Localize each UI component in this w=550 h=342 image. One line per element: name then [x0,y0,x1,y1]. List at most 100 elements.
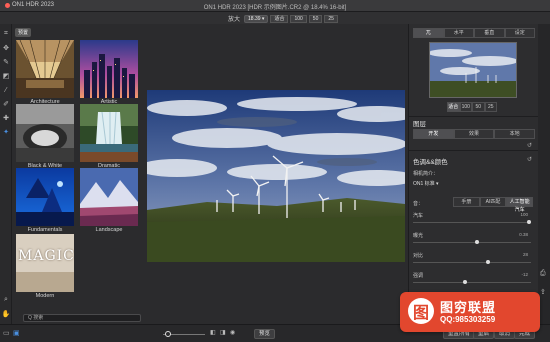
tone-color-title: 色调&&颜色 [413,159,448,166]
preset-search-input[interactable]: Q 搜索 [23,314,141,322]
camera-profile-label: 相机简介： [413,171,439,177]
slider-knob[interactable] [475,240,479,244]
right-icon-strip: ⎙ ⇪ [538,24,550,324]
zoom-select[interactable]: 18.39 ▾ [244,14,269,23]
preset-dramatic[interactable]: Dramatic [80,104,138,169]
navigator-thumbnail[interactable] [429,42,517,98]
preset-fundamentals-label: Fundamentals [27,227,63,233]
slider-value[interactable]: 0.38 [519,232,528,237]
slider-knob[interactable] [486,260,490,264]
camera-profile-dropdown[interactable]: ON1 标准 ▾ [413,180,439,187]
printer-icon[interactable]: ⎙ [540,270,546,278]
preset-dramatic-image [80,104,138,162]
zoom-label: 放大 [228,17,241,23]
tab-local[interactable]: 本地 [494,129,536,139]
nav-zoom-50[interactable]: 50 [472,102,485,112]
brush-icon[interactable]: ✎ [2,58,10,66]
tab-effects[interactable]: 效果 [453,129,495,139]
zoom-100-button[interactable]: 100 [290,14,307,23]
slider-track[interactable] [413,220,531,224]
layer-tabs: 开发 效果 本地 [413,129,536,139]
preset-modern[interactable]: MAGIC Modern [16,234,74,299]
tab-develop[interactable]: 开发 [413,129,454,139]
view-tab-settings[interactable]: 设定 [504,28,535,38]
wand-icon[interactable]: ⁄ [2,86,10,94]
slider-track[interactable] [413,240,531,244]
nav-zoom-100[interactable]: 100 [459,102,472,112]
zoom-50-button[interactable]: 50 [308,14,323,23]
move-icon[interactable]: ✥ [2,44,10,52]
zoom-bar: 放大 18.39 ▾ 适合 100 50 25 [0,12,550,24]
crop-icon[interactable]: ⌗ [2,30,10,38]
section-reset-icon[interactable]: ↺ [527,156,532,163]
slider-label: 强调 [413,273,424,279]
preset-fundamentals-image [16,168,74,226]
retouch-icon[interactable]: ✐ [2,100,10,108]
tone-label: 音： [413,201,424,207]
gradient-icon[interactable]: ◩ [2,72,10,80]
share-icon[interactable]: ⇪ [540,288,546,296]
camera-profile-value: ON1 标准 [413,181,435,187]
view-tab-single[interactable]: 兀 [413,28,444,38]
zoom-value: 18.39 [248,15,261,22]
zoom-fit-button[interactable]: 适合 [270,14,289,23]
title-bar: ON1 HDR 2023 ON1 HDR 2023 [HDR 示例图片.CR2 … [0,0,550,12]
watermark-title: 图穷联盟 [440,300,497,315]
window-title: ON1 HDR 2023 [HDR 示例图片.CR2 @ 18.4% 16-bi… [203,5,347,11]
divider [409,150,539,151]
slider-track[interactable] [413,280,531,284]
compare-icon[interactable]: ◧ [210,329,216,336]
tone-mode-buttons: 手册 AI匹配 人工智能汽车 [453,197,534,213]
view-tab-vertical[interactable]: 垂直 [474,28,505,38]
preset-black-white-image [16,104,74,162]
layout-toggle-icon[interactable]: ▣ [13,329,20,337]
slider-knob[interactable] [463,280,467,284]
preset-landscape[interactable]: Landscape [80,168,138,233]
nav-zoom-fit[interactable]: 适合 [447,102,460,112]
watermark-logo-icon: 图 [408,298,434,324]
slider-knob[interactable] [527,220,531,224]
preset-modern-image-text: MAGIC [18,248,74,264]
main-canvas[interactable] [143,24,408,324]
refine-icon[interactable]: ✦ [2,128,10,136]
preview-button[interactable]: 预览 [254,329,276,339]
slider-value[interactable]: 28 [523,252,528,257]
main-photo[interactable] [147,90,405,262]
slider-label: 对比 [413,253,424,259]
panel-toggle-icon[interactable]: ▭ [3,329,10,337]
preset-artistic[interactable]: Artistic [80,40,138,105]
divider [409,116,539,117]
watermark-badge: 图 图穷联盟 QQ:985303259 [400,292,540,332]
nav-zoom-25[interactable]: 25 [484,102,497,112]
preset-modern-label: Modern [35,293,55,299]
preset-architecture-image [16,40,74,98]
slider-label: 曝光 [413,233,424,239]
thumbnail-size-knob[interactable] [165,331,171,337]
preset-landscape-image [80,168,138,226]
view-tab-horizontal[interactable]: 水平 [443,28,474,38]
navigator-zoom-controls: 适合 100 50 25 [447,102,497,112]
view-mode-tabs: 兀 水平 垂直 设定 [413,28,535,38]
slider-track[interactable] [413,260,531,264]
preset-architecture[interactable]: Architecture [16,40,74,105]
slider-value[interactable]: 100 [520,212,528,217]
right-panel: 兀 水平 垂直 设定 适合 100 50 25 图层 开发 效果 本地 ↺ 色调… [408,24,539,324]
preset-black-white[interactable]: Black & White [16,104,74,169]
zoom-25-button[interactable]: 25 [324,14,338,23]
tone-manual-button[interactable]: 手册 [453,197,480,207]
zoom-tool-icon[interactable]: ⌕ [2,296,10,304]
preset-fundamentals[interactable]: Fundamentals [16,168,74,233]
heal-icon[interactable]: ✚ [2,114,10,122]
preset-modern-image: MAGIC [16,234,74,292]
presets-panel: 预置 Architecture Artistic Black & White D… [13,24,143,324]
watermark-qq: QQ:985303259 [440,315,496,324]
slider-label: 汽车 [413,213,424,219]
presets-tab[interactable]: 预置 [15,28,32,37]
mask-view-icon[interactable]: ◉ [230,329,235,336]
hand-tool-icon[interactable]: ✋ [2,310,11,318]
tone-ai-auto-button[interactable]: 人工智能汽车 [506,197,534,213]
reset-section-icon[interactable]: ↺ [527,142,532,149]
before-after-icon[interactable]: ◨ [220,329,226,336]
tone-ai-match-button[interactable]: AI匹配 [479,197,507,207]
slider-value[interactable]: -12 [521,272,528,277]
